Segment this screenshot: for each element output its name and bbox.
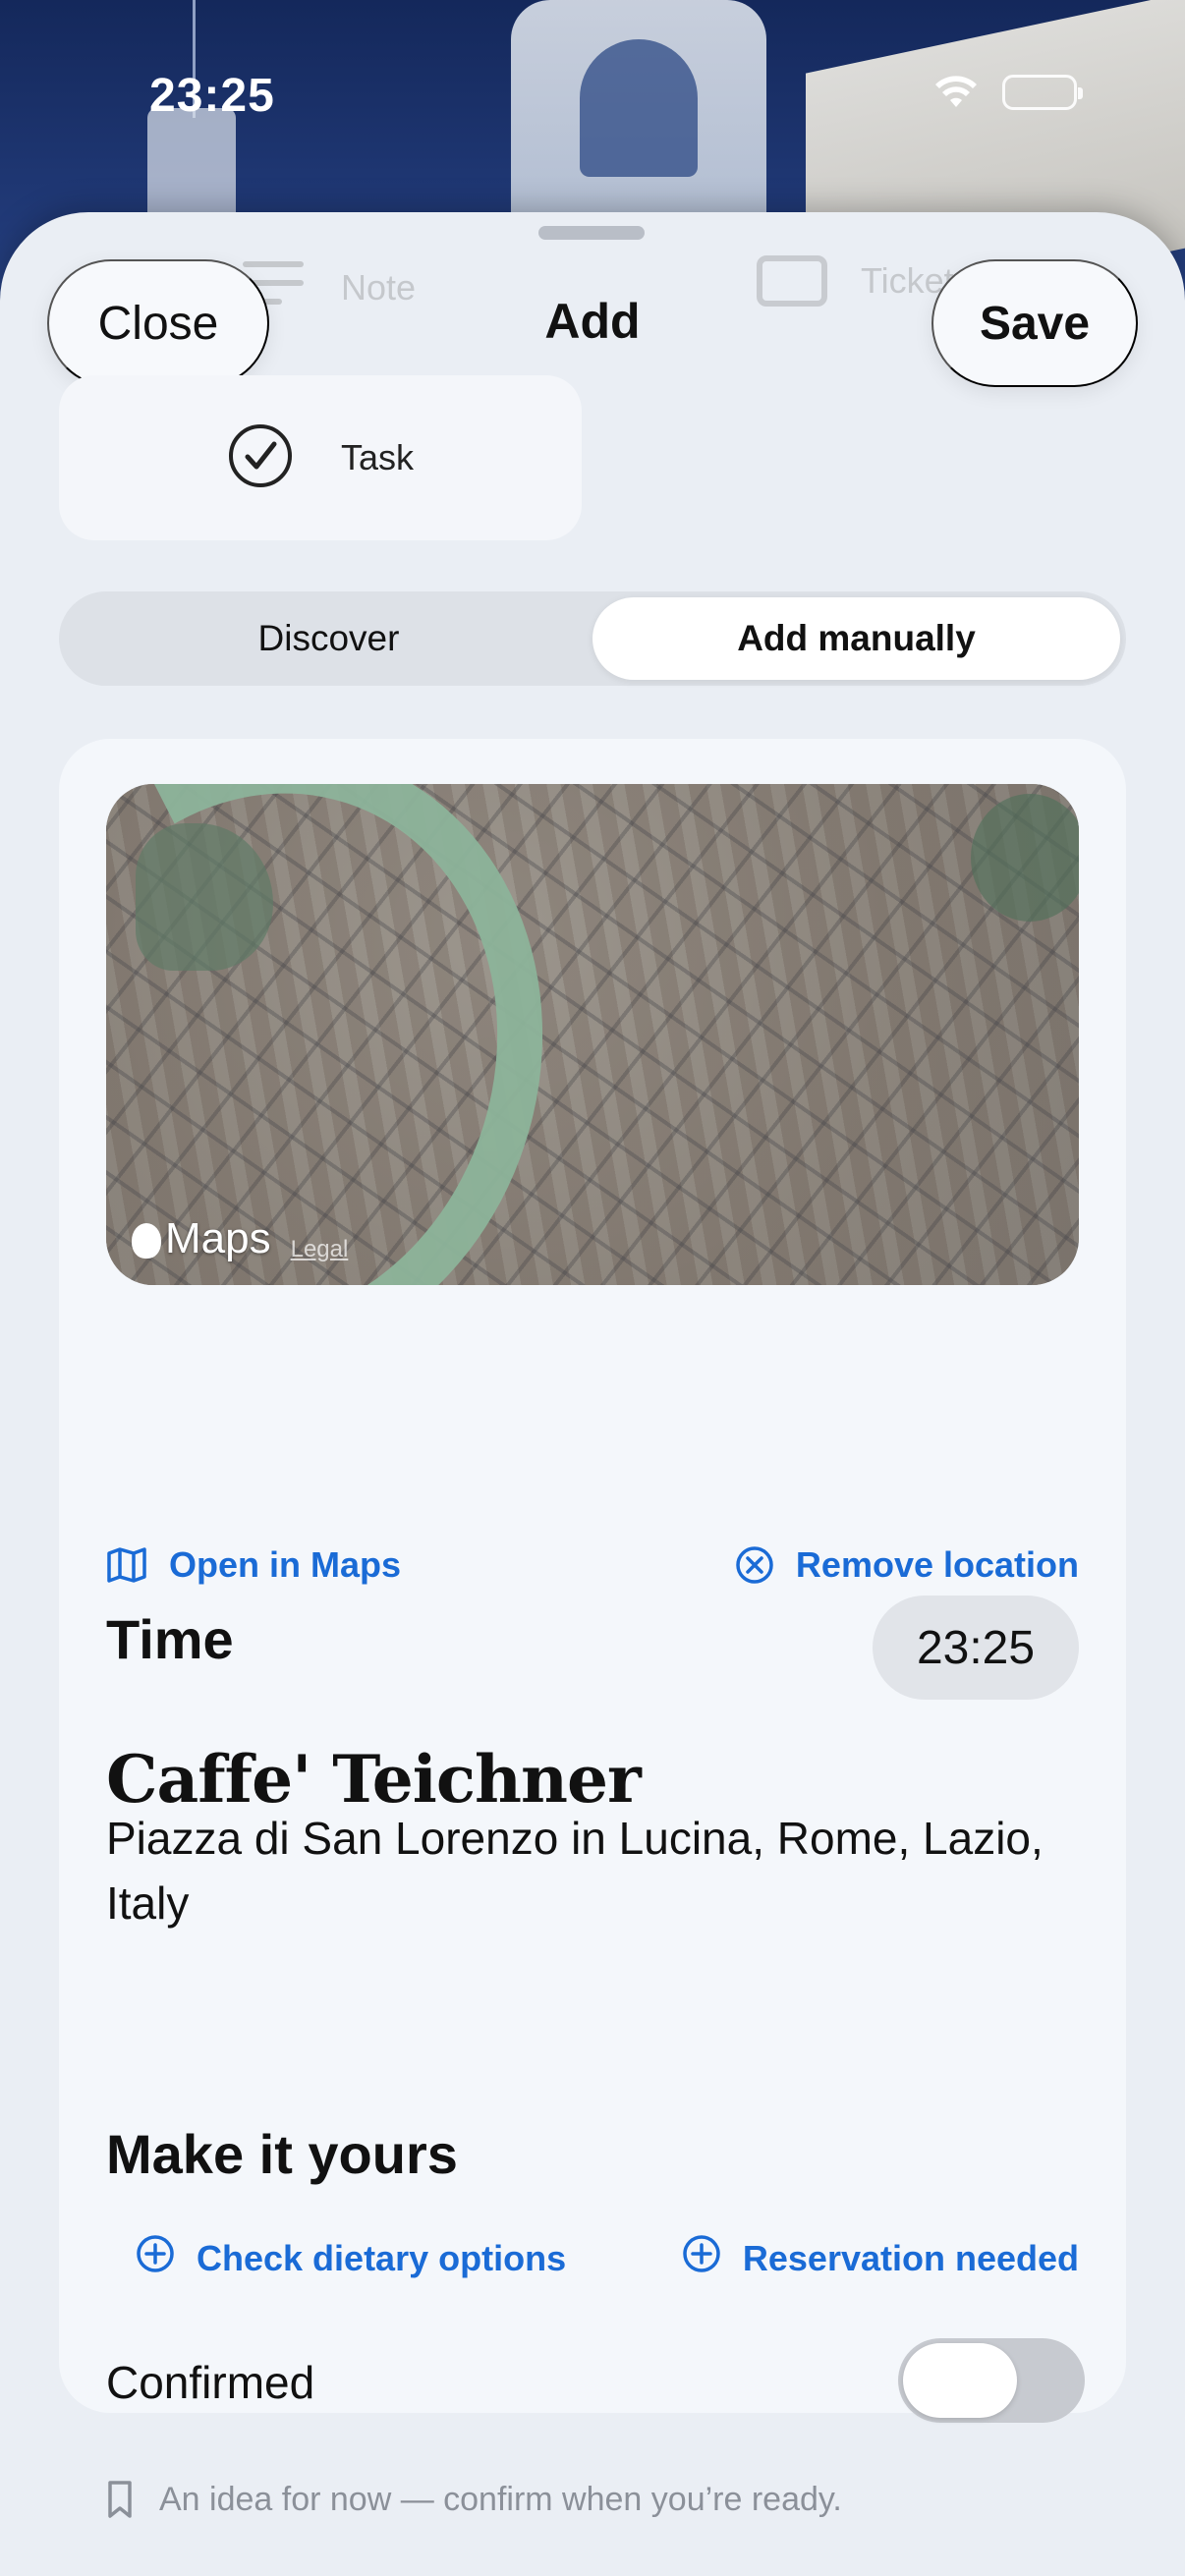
apple-logo-icon xyxy=(132,1223,161,1259)
remove-location-label: Remove location xyxy=(795,1544,1079,1585)
make-it-yours-title: Make it yours xyxy=(106,2123,458,2185)
place-card: Maps Legal Open in Maps Remove location … xyxy=(59,739,1126,2518)
plus-circle-icon xyxy=(682,2234,721,2282)
confirmation-hint: An idea for now — confirm when you’re re… xyxy=(106,2480,842,2519)
open-in-maps-label: Open in Maps xyxy=(169,1544,402,1585)
check-dietary-options-label: Check dietary options xyxy=(197,2237,567,2278)
reservation-needed-label: Reservation needed xyxy=(742,2237,1079,2278)
type-task-label: Task xyxy=(340,437,415,477)
plus-circle-icon xyxy=(136,2234,175,2282)
type-task[interactable]: Task xyxy=(59,375,582,540)
place-address: Piazza di San Lorenzo in Lucina, Rome, L… xyxy=(106,1813,1044,1929)
confirmed-toggle[interactable] xyxy=(898,2338,1085,2423)
map-preview[interactable]: Maps Legal xyxy=(106,784,1079,1285)
save-button[interactable]: Save xyxy=(931,259,1138,387)
time-label: Time xyxy=(106,1608,234,1670)
map-legal-link[interactable]: Legal xyxy=(291,1236,349,1263)
confirmed-label: Confirmed xyxy=(106,2357,315,2408)
checkmark-circle-icon xyxy=(227,422,294,494)
maps-logo: Maps xyxy=(132,1214,271,1263)
time-picker[interactable]: 23:25 xyxy=(873,1596,1079,1700)
open-in-maps-button[interactable]: Open in Maps xyxy=(106,1544,401,1586)
reservation-needed-button[interactable]: Reservation needed xyxy=(682,2234,1079,2282)
add-sheet: Note Ticket Close Add Save Task Discover… xyxy=(0,212,1185,2576)
status-icons xyxy=(933,75,1083,110)
remove-circle-icon xyxy=(735,1545,774,1585)
map-park xyxy=(971,794,1079,922)
remove-location-button[interactable]: Remove location xyxy=(735,1544,1079,1586)
map-icon xyxy=(106,1546,147,1584)
tower-ornament-shape xyxy=(580,39,698,177)
mode-switch: Discover Add manually xyxy=(59,591,1126,686)
wifi-icon xyxy=(933,76,979,109)
toggle-knob xyxy=(903,2343,1017,2418)
confirmation-hint-text: An idea for now — confirm when you’re re… xyxy=(159,2480,842,2518)
maps-brand-label: Maps xyxy=(165,1214,271,1262)
status-time: 23:25 xyxy=(149,70,275,122)
bookmark-icon xyxy=(106,2480,134,2519)
battery-icon xyxy=(1002,75,1083,110)
check-dietary-options-button[interactable]: Check dietary options xyxy=(136,2234,566,2282)
map-attribution: Maps Legal xyxy=(132,1214,348,1263)
tab-add-manually[interactable]: Add manually xyxy=(592,597,1120,680)
tab-discover[interactable]: Discover xyxy=(65,597,592,680)
